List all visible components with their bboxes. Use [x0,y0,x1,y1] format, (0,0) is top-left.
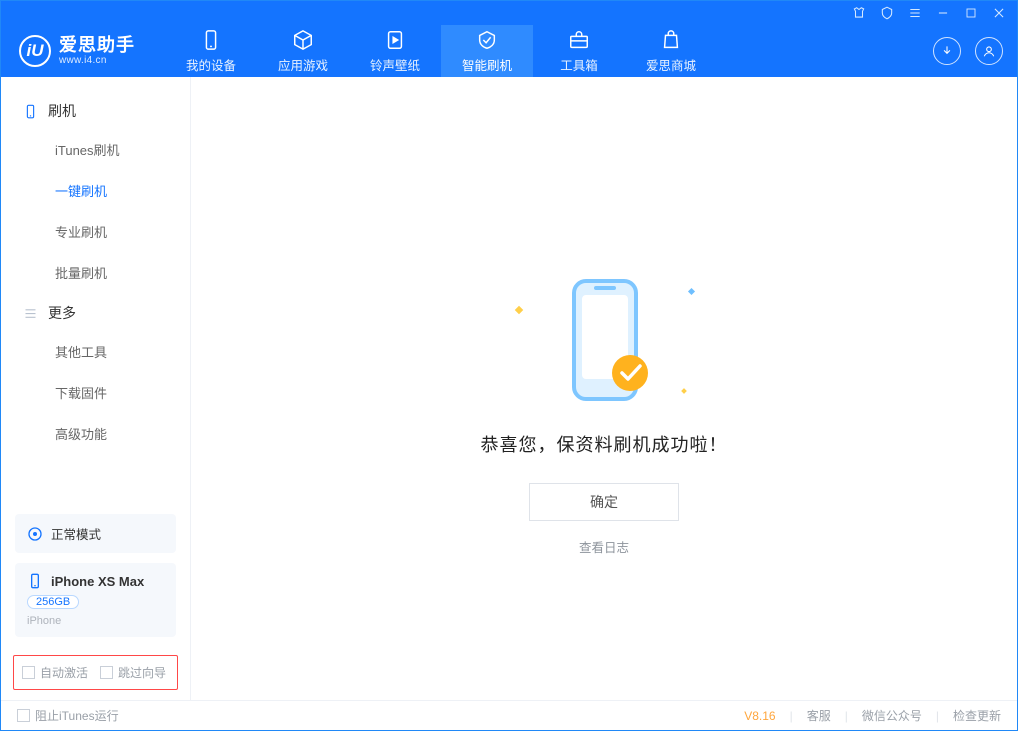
footer-link-support[interactable]: 客服 [807,707,831,724]
sidebar-item-pro[interactable]: 专业刷机 [1,211,190,252]
status-normal-icon [27,526,43,542]
sidebar-item-advanced[interactable]: 高级功能 [1,413,190,454]
checkbox-icon [22,666,35,679]
nav-my-device[interactable]: 我的设备 [165,25,257,77]
version-label: V8.16 [744,709,775,723]
content-panel: 恭喜您，保资料刷机成功啦！ 确定 查看日志 [191,77,1017,700]
logo-badge-icon: iU [19,35,51,67]
phone-icon [23,104,38,119]
nav-label: 爱思商城 [646,55,696,74]
nav-apps-games[interactable]: 应用游戏 [257,25,349,77]
footer-link-update[interactable]: 检查更新 [953,707,1001,724]
feedback-icon[interactable] [879,5,895,21]
sidebar-item-oneclick[interactable]: 一键刷机 [1,170,190,211]
nav-label: 铃声壁纸 [370,55,420,74]
sparkle-icon [515,306,523,314]
device-capacity: 256GB [27,595,79,609]
skin-icon[interactable] [851,5,867,21]
status-bar: 阻止iTunes运行 V8.16 | 客服 | 微信公众号 | 检查更新 [1,700,1017,730]
view-log-link[interactable]: 查看日志 [579,537,629,556]
sidebar-group-title: 刷机 [48,101,76,121]
mode-card[interactable]: 正常模式 [15,514,176,553]
main-nav: 我的设备 应用游戏 铃声壁纸 智能刷机 工具箱 爱思商城 [165,25,717,77]
menu-icon[interactable] [907,5,923,21]
list-icon [23,306,38,321]
nav-smart-flash[interactable]: 智能刷机 [441,25,533,77]
device-platform: iPhone [27,615,164,627]
nav-ring-wall[interactable]: 铃声壁纸 [349,25,441,77]
phone-success-icon [544,277,664,407]
app-url: www.i4.cn [59,55,135,66]
nav-label: 应用游戏 [278,55,328,74]
checkbox-icon [17,709,30,722]
device-name: iPhone XS Max [51,574,144,589]
window-controls [1,1,1017,25]
app-name: 爱思助手 [59,36,135,55]
success-message: 恭喜您，保资料刷机成功啦！ [481,431,728,457]
main-area: 刷机 iTunes刷机 一键刷机 专业刷机 批量刷机 更多 其他工具 下载固件 … [1,77,1017,700]
app-logo[interactable]: iU 爱思助手 www.i4.cn [19,25,165,77]
sidebar-item-other[interactable]: 其他工具 [1,331,190,372]
sparkle-icon [681,388,687,394]
nav-toolbox[interactable]: 工具箱 [533,25,625,77]
auto-activate-checkbox[interactable]: 自动激活 [22,664,88,681]
ok-button[interactable]: 确定 [529,483,679,521]
sidebar-group-flash: 刷机 [1,91,190,129]
nav-label: 智能刷机 [462,55,512,74]
sidebar-group-title: 更多 [48,303,76,323]
sidebar-item-itunes[interactable]: iTunes刷机 [1,129,190,170]
mode-label: 正常模式 [51,524,101,543]
maximize-icon[interactable] [963,5,979,21]
close-icon[interactable] [991,5,1007,21]
nav-label: 工具箱 [560,55,598,74]
checkbox-icon [100,666,113,679]
sparkle-icon [688,288,695,295]
app-header: iU 爱思助手 www.i4.cn 我的设备 应用游戏 铃声壁纸 智能刷机 工具… [1,25,1017,77]
device-icon [27,573,43,589]
device-card[interactable]: iPhone XS Max 256GB iPhone [15,563,176,637]
success-illustration [544,277,664,407]
download-button[interactable] [933,37,961,65]
user-button[interactable] [975,37,1003,65]
block-itunes-checkbox[interactable]: 阻止iTunes运行 [17,707,119,724]
sidebar-item-batch[interactable]: 批量刷机 [1,252,190,293]
nav-label: 我的设备 [186,55,236,74]
minimize-icon[interactable] [935,5,951,21]
sidebar: 刷机 iTunes刷机 一键刷机 专业刷机 批量刷机 更多 其他工具 下载固件 … [1,77,191,700]
skip-wizard-checkbox[interactable]: 跳过向导 [100,664,166,681]
nav-shop[interactable]: 爱思商城 [625,25,717,77]
header-actions [933,25,1003,77]
flash-options-box: 自动激活 跳过向导 [13,655,178,690]
sidebar-group-more: 更多 [1,293,190,331]
sidebar-item-firmware[interactable]: 下载固件 [1,372,190,413]
footer-link-wechat[interactable]: 微信公众号 [862,707,922,724]
